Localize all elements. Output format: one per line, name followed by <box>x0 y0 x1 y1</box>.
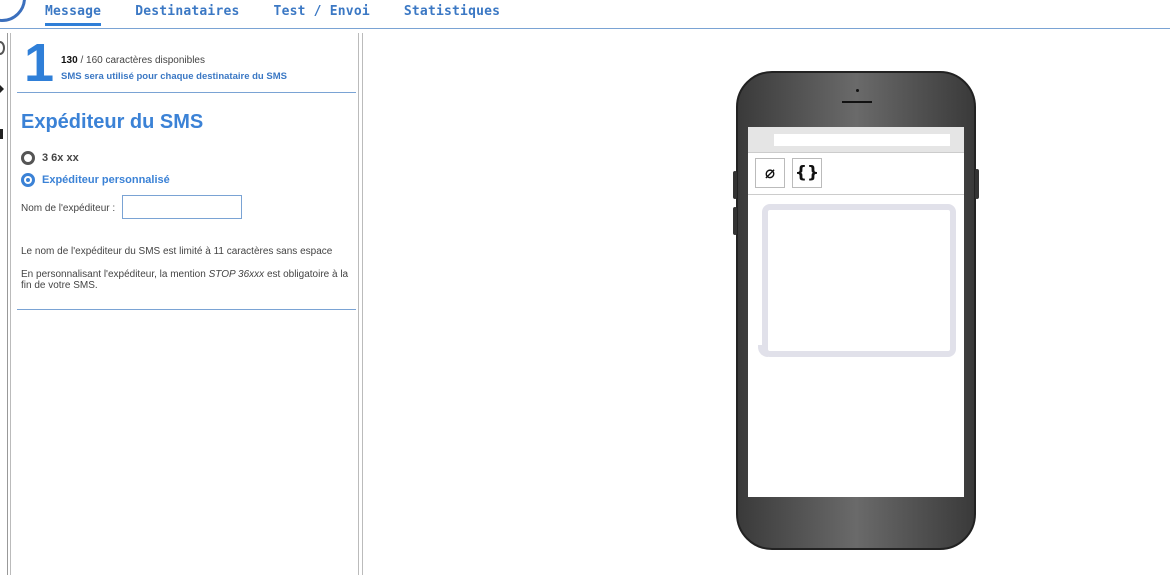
radio-custom[interactable] <box>21 173 35 187</box>
sender-option-default[interactable]: 3 6x xx <box>21 151 79 165</box>
radio-default[interactable] <box>21 151 35 165</box>
collapsed-sidebar <box>0 33 8 575</box>
phone-volume-up <box>733 171 737 199</box>
braces-icon[interactable]: {} <box>792 158 822 188</box>
divider <box>17 309 356 310</box>
phone-volume-down <box>733 207 737 235</box>
editor-panel: 1 130 / 160 caractères disponibles SMS s… <box>10 33 359 575</box>
tab-statistiques[interactable]: Statistiques <box>404 4 500 23</box>
message-bubble[interactable] <box>762 204 956 357</box>
tab-message[interactable]: Message <box>45 4 102 26</box>
step-number: 1 <box>24 33 55 93</box>
unlink-icon[interactable]: ⌀ <box>755 158 785 188</box>
sidebar-mark-icon <box>0 129 3 139</box>
sender-name-label: Nom de l'expéditeur : <box>21 203 116 214</box>
note-stop-mention: STOP 36xxx <box>208 269 265 280</box>
top-nav: Message Destinataires Test / Envoi Stati… <box>0 0 1170 29</box>
phone-address-bar <box>748 127 964 153</box>
phone-address-field <box>774 134 950 146</box>
char-counter: 130 / 160 caractères disponibles <box>61 55 205 66</box>
phone-preview: ⌀ {} <box>733 71 979 550</box>
sidebar-circle-icon[interactable] <box>0 41 5 55</box>
tab-test-envoi[interactable]: Test / Envoi <box>274 4 370 23</box>
sidebar-arrow-icon[interactable] <box>0 85 4 93</box>
section-title: Expéditeur du SMS <box>21 111 204 133</box>
sender-option-custom[interactable]: Expéditeur personnalisé <box>21 173 170 187</box>
logo <box>0 0 26 22</box>
tab-destinataires[interactable]: Destinataires <box>135 4 239 23</box>
chars-total: / 160 caractères disponibles <box>77 55 205 66</box>
note-stop-prefix: En personnalisant l'expéditeur, la menti… <box>21 269 209 280</box>
sms-info: SMS sera utilisé pour chaque destinatair… <box>61 71 287 82</box>
phone-power <box>975 169 979 199</box>
chars-available: 130 <box>61 55 78 66</box>
step-header: 1 130 / 160 caractères disponibles SMS s… <box>17 33 356 93</box>
phone-speaker <box>842 101 872 103</box>
sender-name-input[interactable] <box>122 195 242 219</box>
option-default-label: 3 6x xx <box>42 152 79 164</box>
tab-bar: Message Destinataires Test / Envoi Stati… <box>45 4 534 26</box>
phone-camera-icon <box>856 89 859 92</box>
phone-toolbar: ⌀ {} <box>748 153 964 195</box>
phone-screen: ⌀ {} <box>748 127 964 497</box>
note-limit: Le nom de l'expéditeur du SMS est limité… <box>21 246 333 257</box>
option-custom-label: Expéditeur personnalisé <box>42 174 170 186</box>
note-stop: En personnalisant l'expéditeur, la menti… <box>21 269 356 291</box>
